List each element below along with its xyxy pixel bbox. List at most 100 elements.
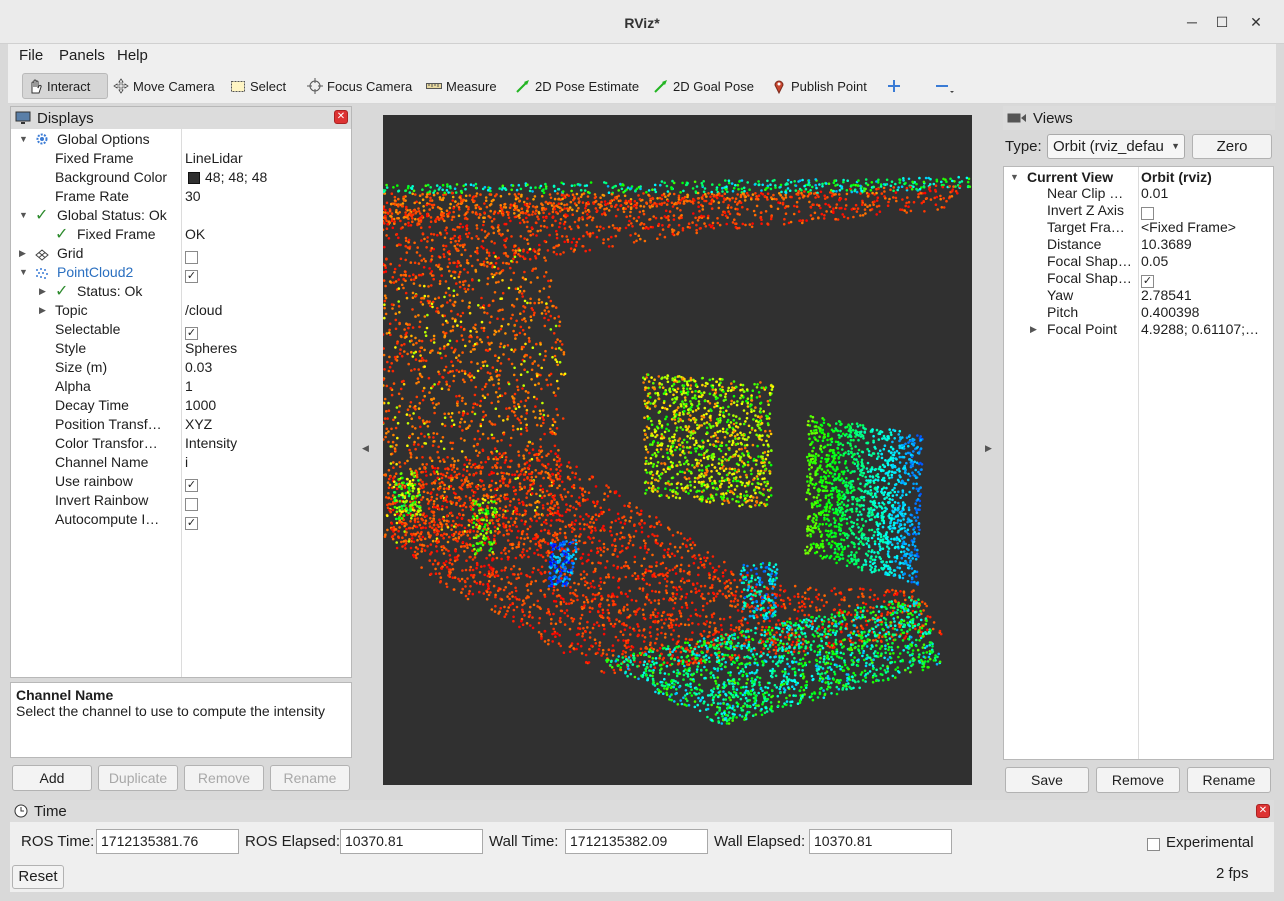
goal-pose-tool[interactable]: 2D Goal Pose [649, 73, 758, 99]
display-row-global-options[interactable]: ▼ Global Options [11, 130, 351, 149]
duplicate-display-button[interactable]: Duplicate [98, 765, 178, 791]
display-row-fixed-frame[interactable]: ✓ Fixed Frame OK [11, 225, 351, 244]
view-row-invert-z-axis[interactable]: Invert Z Axis [1004, 202, 1273, 220]
display-row-size-m[interactable]: Size (m) 0.03 [11, 358, 351, 377]
expand-down-icon[interactable]: ▼ [19, 263, 28, 282]
displays-panel: Displays ✕ ▼ Global Options Fixed Frame Lin… [10, 106, 352, 678]
property-value[interactable]: Spheres [185, 339, 237, 358]
ros-time-label: ROS Time: [21, 833, 95, 850]
property-value[interactable]: 10.3689 [1141, 236, 1271, 253]
display-row-selectable[interactable]: Selectable ✓ [11, 320, 351, 340]
view-row-focal-shap[interactable]: Focal Shap… ✓ [1004, 270, 1273, 288]
property-value[interactable]: OK [185, 225, 205, 244]
display-row-position-transf[interactable]: Position Transf… XYZ [11, 415, 351, 434]
property-label: Frame Rate [55, 188, 129, 204]
rename-view-button[interactable]: Rename [1187, 767, 1271, 793]
reset-button[interactable]: Reset [12, 865, 64, 889]
view-row-pitch[interactable]: Pitch 0.400398 [1004, 304, 1273, 321]
move-camera-tool[interactable]: Move Camera [109, 73, 219, 99]
expand-down-icon[interactable]: ▼ [19, 130, 28, 149]
display-row-alpha[interactable]: Alpha 1 [11, 377, 351, 396]
time-close-icon[interactable]: ✕ [1256, 804, 1270, 818]
view-row-target-fra[interactable]: Target Fra… <Fixed Frame> [1004, 219, 1273, 236]
display-row-background-color[interactable]: Background Color 48; 48; 48 [11, 168, 351, 187]
property-value[interactable]: 0.400398 [1141, 304, 1271, 321]
wall-elapsed-field[interactable]: 10370.81 [809, 829, 952, 854]
display-row-style[interactable]: Style Spheres [11, 339, 351, 358]
display-row-pointcloud2[interactable]: ▼ PointCloud2 ✓ [11, 263, 351, 283]
display-row-decay-time[interactable]: Decay Time 1000 [11, 396, 351, 415]
focus-camera-tool[interactable]: Focus Camera [303, 73, 416, 99]
property-value[interactable]: 30 [185, 187, 201, 206]
view-row-focal-shap[interactable]: Focal Shap… 0.05 [1004, 253, 1273, 270]
property-value[interactable]: 0.03 [185, 358, 212, 377]
measure-tool[interactable]: Measure [422, 73, 501, 99]
property-value[interactable]: 48; 48; 48 [205, 168, 267, 187]
publish-point-tool[interactable]: Publish Point [767, 73, 871, 99]
expand-right-icon[interactable]: ▶ [39, 282, 46, 301]
property-label: Fixed Frame [77, 226, 156, 242]
wall-time-field[interactable]: 1712135382.09 [565, 829, 708, 854]
display-row-global-status-ok[interactable]: ▼ ✓ Global Status: Ok [11, 206, 351, 225]
property-value[interactable]: 0.01 [1141, 185, 1271, 202]
display-row-use-rainbow[interactable]: Use rainbow ✓ [11, 472, 351, 492]
left-splitter-handle[interactable]: ◀ [362, 443, 369, 454]
save-view-button[interactable]: Save [1005, 767, 1089, 793]
display-row-channel-name[interactable]: Channel Name i [11, 453, 351, 472]
property-value[interactable]: 1 [185, 377, 193, 396]
view-row-near-clip[interactable]: Near Clip … 0.01 [1004, 185, 1273, 202]
view-row-distance[interactable]: Distance 10.3689 [1004, 236, 1273, 253]
display-row-frame-rate[interactable]: Frame Rate 30 [11, 187, 351, 206]
expand-right-icon[interactable]: ▶ [1030, 321, 1037, 338]
select-tool[interactable]: Select [226, 73, 290, 99]
maximize-button[interactable]: ☐ [1212, 12, 1232, 32]
property-value[interactable]: 4.9288; 0.61107;… [1141, 321, 1271, 338]
right-splitter-handle[interactable]: ▶ [985, 443, 992, 454]
property-value[interactable]: Intensity [185, 434, 237, 453]
property-checkbox[interactable]: ✓ [185, 513, 198, 532]
display-row-status-ok[interactable]: ▶ ✓ Status: Ok [11, 282, 351, 301]
pose-estimate-tool[interactable]: 2D Pose Estimate [511, 73, 643, 99]
rename-display-button[interactable]: Rename [270, 765, 350, 791]
display-row-topic[interactable]: ▶ Topic/cloud [11, 301, 351, 320]
display-row-color-transfor[interactable]: Color Transfor… Intensity [11, 434, 351, 453]
display-row-autocompute-i[interactable]: Autocompute I… ✓ [11, 510, 351, 532]
view-type-select[interactable]: Orbit (rviz_defau ▼ [1047, 134, 1185, 159]
minimize-button[interactable]: ─ [1182, 12, 1202, 32]
render-viewport[interactable] [383, 115, 972, 785]
remove-view-button[interactable]: Remove [1096, 767, 1180, 793]
experimental-checkbox[interactable] [1147, 835, 1160, 851]
color-swatch[interactable] [188, 172, 200, 184]
menu-help[interactable]: Help [117, 47, 148, 64]
experimental-check-box[interactable] [1147, 837, 1160, 851]
menu-panels[interactable]: Panels [59, 47, 105, 64]
remove-tool-button[interactable] [930, 73, 960, 99]
property-value[interactable]: 0.05 [1141, 253, 1271, 270]
display-row-fixed-frame[interactable]: Fixed Frame LineLidar [11, 149, 351, 168]
property-value[interactable]: /cloud [185, 301, 222, 320]
remove-display-button[interactable]: Remove [184, 765, 264, 791]
display-row-grid[interactable]: ▶ Grid [11, 244, 351, 264]
display-row-invert-rainbow[interactable]: Invert Rainbow [11, 491, 351, 511]
add-display-button[interactable]: Add [12, 765, 92, 791]
menu-file[interactable]: File [19, 47, 43, 64]
property-value[interactable]: 2.78541 [1141, 287, 1271, 304]
property-value[interactable]: XYZ [185, 415, 212, 434]
expand-down-icon[interactable]: ▼ [19, 206, 28, 225]
interact-tool[interactable]: Interact [22, 73, 108, 99]
ros-time-field[interactable]: 1712135381.76 [96, 829, 239, 854]
zero-button[interactable]: Zero [1192, 134, 1272, 159]
expand-right-icon[interactable]: ▶ [39, 301, 46, 320]
property-value[interactable]: i [185, 453, 188, 472]
ros-elapsed-field[interactable]: 10370.81 [340, 829, 483, 854]
view-row-yaw[interactable]: Yaw 2.78541 [1004, 287, 1273, 304]
close-window-button[interactable]: ✕ [1246, 12, 1266, 32]
view-row-focal-point[interactable]: ▶ Focal Point 4.9288; 0.61107;… [1004, 321, 1273, 338]
add-tool-button[interactable] [882, 73, 906, 99]
property-value[interactable]: <Fixed Frame> [1141, 219, 1271, 236]
property-label: Color Transfor… [55, 435, 158, 451]
property-value[interactable]: 1000 [185, 396, 216, 415]
expand-right-icon[interactable]: ▶ [19, 244, 26, 263]
displays-close-icon[interactable]: ✕ [334, 110, 348, 124]
property-value[interactable]: LineLidar [185, 149, 243, 168]
